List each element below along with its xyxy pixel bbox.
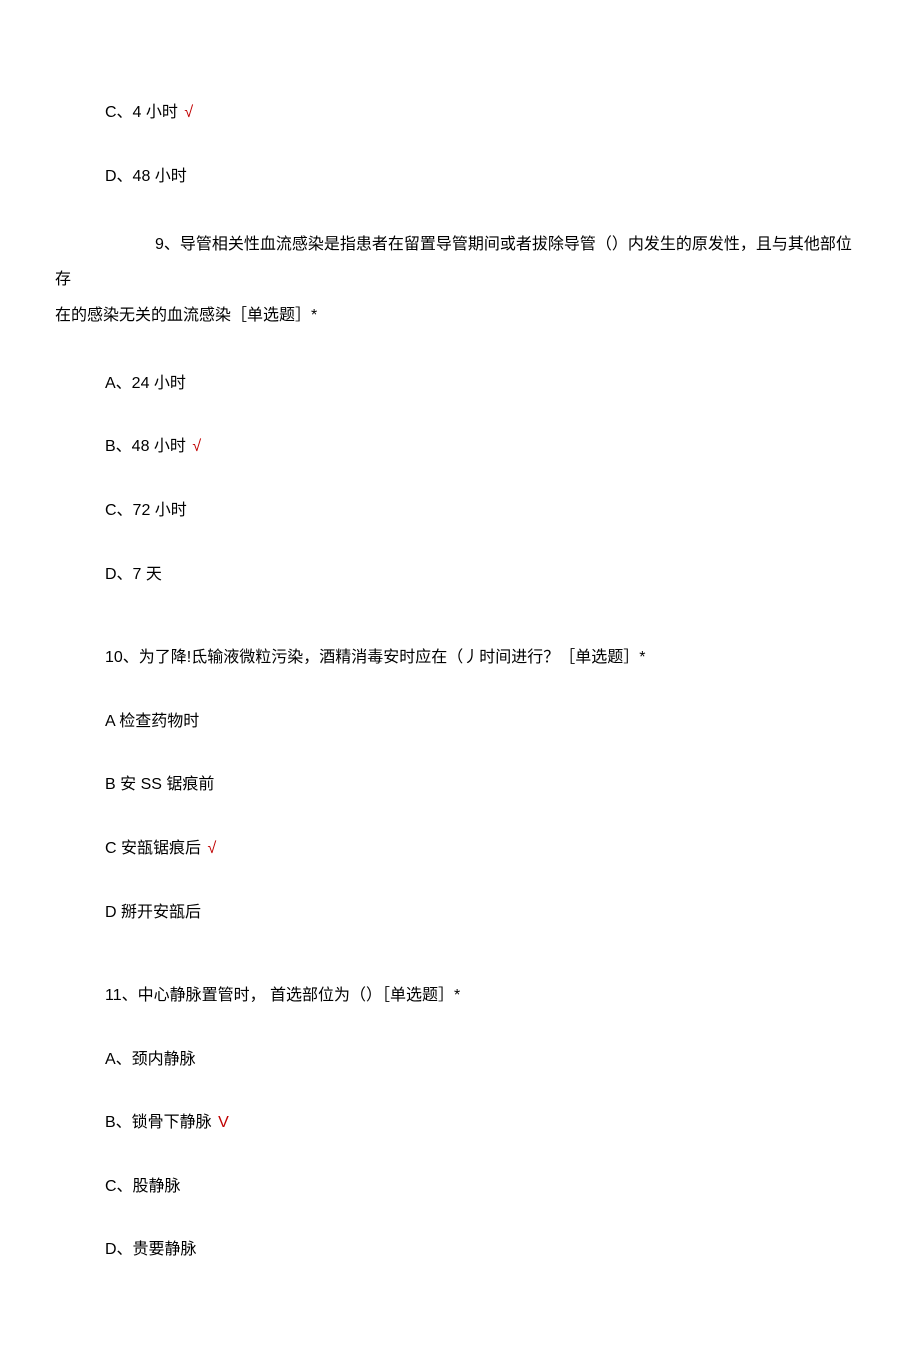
- spacer: [55, 625, 865, 645]
- spacer: [55, 963, 865, 983]
- check-icon: √: [192, 438, 201, 455]
- option-line: C 安瓿锯痕后 √: [55, 836, 865, 862]
- option-label: D、48 小时: [105, 168, 187, 185]
- option-line: A 检查药物时: [55, 709, 865, 735]
- option-label: B、48 小时: [105, 438, 186, 455]
- option-line: D、贵要静脉: [55, 1237, 865, 1263]
- option-line: B、48 小时 √: [55, 434, 865, 460]
- question-line-1: 11、中心静脉置管时， 首选部位为（）［单选题］*: [105, 987, 460, 1004]
- check-icon: √: [207, 840, 216, 857]
- option-line: B、锁骨下静脉 V: [55, 1110, 865, 1136]
- option-label: C、股静脉: [105, 1178, 181, 1195]
- option-line: A、24 小时: [55, 371, 865, 397]
- question-text: 9、导管相关性血流感染是指患者在留置导管期间或者拔除导管（）内发生的原发性，且与…: [55, 227, 865, 333]
- check-icon: V: [218, 1114, 229, 1131]
- check-icon: √: [184, 104, 193, 121]
- option-label: D、贵要静脉: [105, 1241, 197, 1258]
- question-line-1: 9、导管相关性血流感染是指患者在留置导管期间或者拔除导管（）内发生的原发性，且与…: [55, 236, 852, 288]
- question-line-2: 在的感染无关的血流感染［单选题］*: [55, 307, 317, 324]
- option-label: C 安瓿锯痕后: [105, 840, 201, 857]
- option-line: D、7 天: [55, 562, 865, 588]
- option-label: A 检查药物时: [105, 713, 199, 730]
- option-line: A、颈内静脉: [55, 1047, 865, 1073]
- option-line: C、72 小时: [55, 498, 865, 524]
- question-line-1: 10、为了降!氐输液微粒污染，酒精消毒安时应在（丿时间进行？［单选题］*: [105, 649, 645, 666]
- option-label: C、4 小时: [105, 104, 178, 121]
- option-line: B 安 SS 锯痕前: [55, 772, 865, 798]
- question-text: 10、为了降!氐输液微粒污染，酒精消毒安时应在（丿时间进行？［单选题］*: [55, 645, 865, 671]
- question-text: 11、中心静脉置管时， 首选部位为（）［单选题］*: [55, 983, 865, 1009]
- option-label: A、24 小时: [105, 375, 186, 392]
- option-line: D 掰开安瓿后: [55, 900, 865, 926]
- option-line: C、4 小时 √: [55, 100, 865, 126]
- option-line: D、48 小时: [55, 164, 865, 190]
- option-label: D 掰开安瓿后: [105, 904, 201, 921]
- option-label: A、颈内静脉: [105, 1051, 196, 1068]
- option-label: D、7 天: [105, 566, 162, 583]
- option-label: B、锁骨下静脉: [105, 1114, 212, 1131]
- option-label: C、72 小时: [105, 502, 187, 519]
- option-label: B 安 SS 锯痕前: [105, 776, 214, 793]
- option-line: C、股静脉: [55, 1174, 865, 1200]
